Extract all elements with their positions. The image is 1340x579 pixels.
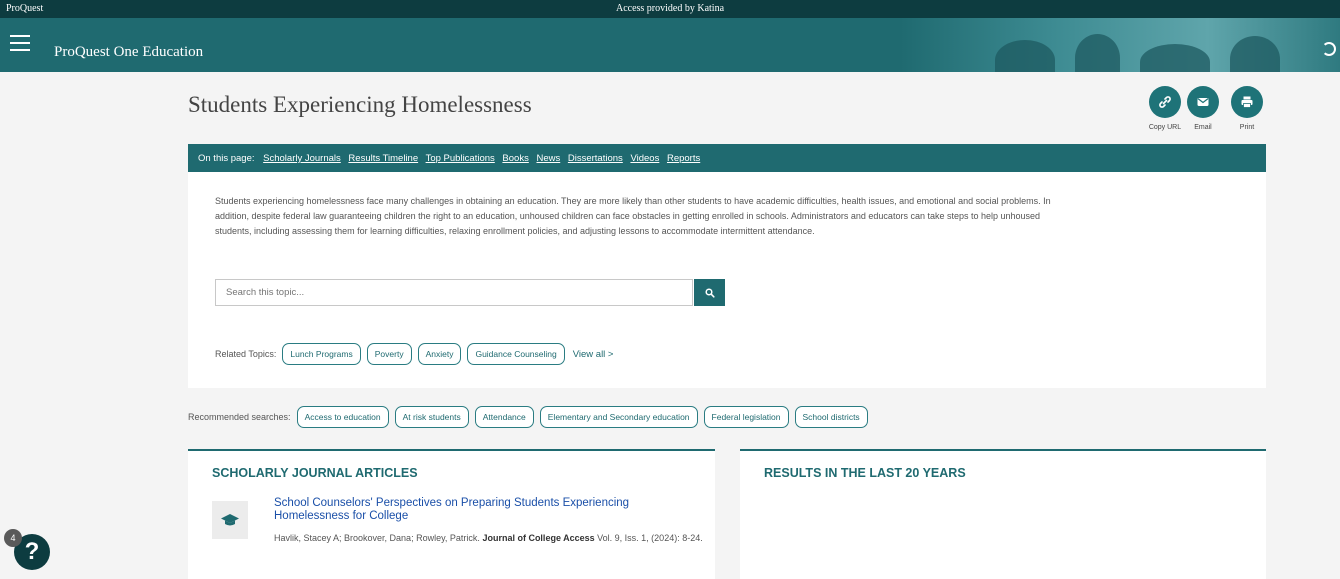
recommended-elementary-secondary-education[interactable]: Elementary and Secondary education — [539, 406, 698, 428]
on-this-page-nav: On this page: Scholarly Journals Results… — [188, 144, 1266, 172]
article-citation: Havlik, Stacey A; Brookover, Dana; Rowle… — [274, 531, 704, 546]
recommended-label: Recommended searches: — [188, 412, 291, 422]
article-journal: Journal of College Access — [482, 533, 595, 543]
print-label: Print — [1239, 124, 1255, 131]
nav-link-top-publications[interactable]: Top Publications — [426, 153, 495, 164]
search-icon — [704, 287, 715, 298]
topic-search-field[interactable] — [215, 279, 693, 306]
related-topic-guidance-counseling[interactable]: Guidance Counseling — [467, 343, 565, 365]
email-button[interactable]: Email — [1183, 86, 1223, 131]
article-authors: Havlik, Stacey A; Brookover, Dana; Rowle… — [274, 533, 480, 543]
article-title-link[interactable]: School Counselors' Perspectives on Prepa… — [274, 497, 694, 523]
menu-icon[interactable] — [10, 35, 30, 56]
nav-link-books[interactable]: Books — [502, 153, 528, 164]
header-banner-image — [900, 18, 1340, 72]
recommended-federal-legislation[interactable]: Federal legislation — [703, 406, 789, 428]
history-icon[interactable] — [1322, 42, 1336, 56]
notification-badge: 4 — [4, 529, 22, 547]
copy-url-label: Copy URL — [1148, 124, 1182, 131]
on-this-page-label: On this page: — [198, 153, 255, 164]
top-bar: ProQuest Access provided by Katina — [0, 0, 1340, 18]
scholarly-articles-heading: SCHOLARLY JOURNAL ARTICLES — [212, 466, 418, 480]
page-title: Students Experiencing Homelessness — [188, 92, 532, 117]
email-icon — [1187, 86, 1219, 118]
search-button[interactable] — [694, 279, 725, 306]
print-button[interactable]: Print — [1227, 86, 1267, 131]
app-title[interactable]: ProQuest One Education — [54, 44, 203, 61]
link-icon — [1149, 86, 1181, 118]
related-topic-poverty[interactable]: Poverty — [366, 343, 412, 365]
help-icon: ? — [24, 538, 40, 565]
topic-search-input[interactable] — [216, 280, 692, 305]
nav-link-videos[interactable]: Videos — [630, 153, 659, 164]
scholarly-articles-card: SCHOLARLY JOURNAL ARTICLES School Counse… — [188, 449, 715, 579]
print-icon — [1231, 86, 1263, 118]
access-provider-text: Access provided by Katina — [615, 3, 725, 14]
topic-overview-card: Students experiencing homelessness face … — [188, 172, 1266, 388]
recommended-attendance[interactable]: Attendance — [474, 406, 534, 428]
results-timeline-heading: RESULTS IN THE LAST 20 YEARS — [764, 466, 966, 480]
results-timeline-card: RESULTS IN THE LAST 20 YEARS — [740, 449, 1266, 579]
related-topics: Related Topics: Lunch Programs Poverty A… — [215, 343, 614, 365]
email-label: Email — [1194, 124, 1212, 131]
recommended-searches: Recommended searches: Access to educatio… — [188, 406, 868, 428]
nav-link-scholarly-journals[interactable]: Scholarly Journals — [263, 153, 341, 164]
nav-link-news[interactable]: News — [536, 153, 560, 164]
related-topic-anxiety[interactable]: Anxiety — [417, 343, 462, 365]
related-topic-lunch-programs[interactable]: Lunch Programs — [282, 343, 361, 365]
copy-url-button[interactable]: Copy URL — [1145, 86, 1185, 131]
view-all-link[interactable]: View all > — [573, 349, 614, 360]
app-header: ProQuest One Education — [0, 18, 1340, 72]
recommended-at-risk-students[interactable]: At risk students — [394, 406, 469, 428]
nav-link-results-timeline[interactable]: Results Timeline — [348, 153, 418, 164]
nav-link-dissertations[interactable]: Dissertations — [568, 153, 623, 164]
related-topics-label: Related Topics: — [215, 349, 277, 359]
nav-link-reports[interactable]: Reports — [667, 153, 700, 164]
article-details: Vol. 9, Iss. 1, (2024): 8-24. — [597, 533, 703, 543]
topic-description: Students experiencing homelessness face … — [215, 196, 1051, 237]
graduation-cap-icon — [212, 501, 248, 539]
recommended-access-to-education[interactable]: Access to education — [296, 406, 389, 428]
recommended-school-districts[interactable]: School districts — [794, 406, 868, 428]
